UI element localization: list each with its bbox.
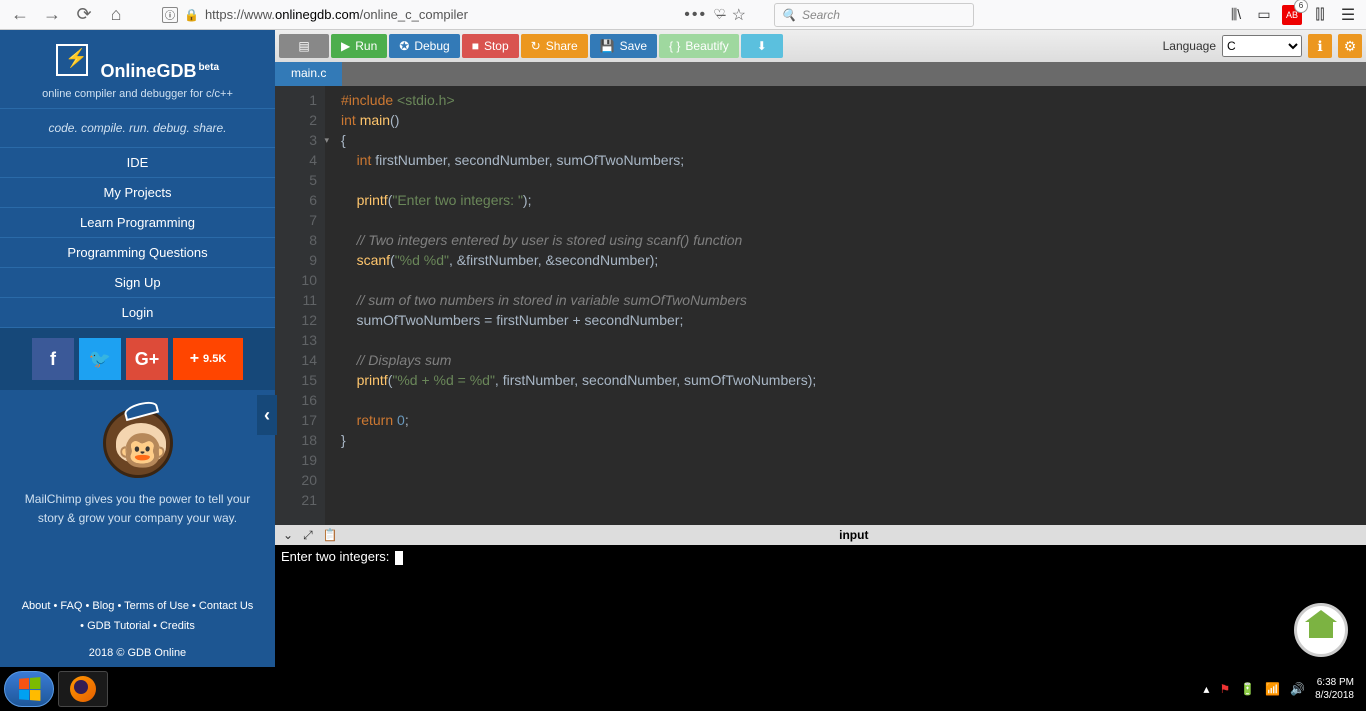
clock[interactable]: 6:38 PM 8/3/2018 (1315, 676, 1354, 702)
language-label: Language (1163, 39, 1216, 53)
console-header: ⌄ ⤢ 📋 input (275, 525, 1366, 545)
editor-tabs: main.c (275, 62, 1366, 86)
library-icon[interactable]: ⫼\ (1226, 5, 1246, 25)
extension-icon[interactable]: ⫿⫿ (1310, 5, 1330, 25)
collapse-sidebar-button[interactable]: ‹ (257, 395, 277, 435)
console-title: input (350, 528, 1358, 542)
url-text: https://www.onlinegdb.com/online_c_compi… (205, 7, 468, 22)
adblock-icon[interactable]: AB (1282, 5, 1302, 25)
chevron-down-icon[interactable]: ⌄ (283, 528, 293, 543)
browser-chrome: ← → ⟳ ⌂ ⓘ 🔒 https://www.onlinegdb.com/on… (0, 0, 1366, 30)
sidebar-item-my-projects[interactable]: My Projects (0, 178, 275, 208)
search-bar[interactable]: 🔍Search (774, 3, 974, 27)
forward-button[interactable]: → (40, 3, 64, 27)
sound-icon[interactable]: 🔊 (1290, 682, 1305, 696)
line-gutter: 123456789101112131415161718192021 (275, 86, 325, 525)
new-file-button[interactable]: ▤ (279, 34, 329, 58)
footer-links[interactable]: About • FAQ • Blog • Terms of Use • Cont… (0, 591, 275, 643)
facebook-button[interactable]: f (32, 338, 74, 380)
code-editor[interactable]: 123456789101112131415161718192021 #inclu… (275, 86, 1366, 525)
flag-icon[interactable]: ⚑ (1219, 682, 1230, 696)
sidebar-item-programming-questions[interactable]: Programming Questions (0, 238, 275, 268)
menu-icon[interactable]: ☰ (1338, 5, 1358, 25)
console[interactable]: Enter two integers: (275, 545, 1366, 667)
home-button[interactable]: ⌂ (104, 3, 128, 27)
stop-icon: ■ (472, 39, 479, 53)
mailchimp-text: MailChimp gives you the power to tell yo… (20, 490, 255, 528)
file-icon: ▤ (298, 39, 309, 53)
share-button[interactable]: ↻Share (521, 34, 588, 58)
sidebar-item-ide[interactable]: IDE (0, 148, 275, 178)
home-fab[interactable] (1294, 603, 1348, 657)
copyright: 2018 © GDB Online (0, 643, 275, 667)
site-info-icon[interactable]: ⓘ (162, 7, 178, 23)
twitter-button[interactable]: 🐦 (79, 338, 121, 380)
tray-expand-icon[interactable]: ▴ (1203, 682, 1209, 696)
mailchimp-ad[interactable]: MailChimp gives you the power to tell yo… (0, 390, 275, 591)
house-icon (1309, 622, 1333, 638)
play-icon: ▶ (341, 39, 350, 53)
console-output: Enter two integers: (281, 549, 393, 564)
reader-icon[interactable]: ♡̶ (713, 6, 726, 23)
googleplus-button[interactable]: G+ (126, 338, 168, 380)
sidebar: OnlineGDBbeta online compiler and debugg… (0, 30, 275, 667)
sidebar-icon[interactable]: ▭ (1254, 5, 1274, 25)
copy-icon[interactable]: 📋 (323, 528, 338, 543)
sidebar-item-learn-programming[interactable]: Learn Programming (0, 208, 275, 238)
wifi-icon[interactable]: 📶 (1265, 682, 1280, 696)
debug-button[interactable]: ✪Debug (389, 34, 459, 58)
share-count-button[interactable]: 9.5K (173, 338, 243, 380)
share-icon: ↻ (531, 39, 541, 53)
tab-main-c[interactable]: main.c (275, 62, 342, 86)
firefox-icon (70, 676, 96, 702)
beautify-button[interactable]: { }Beautify (659, 34, 739, 58)
back-button[interactable]: ← (8, 3, 32, 27)
code-area[interactable]: #include <stdio.h>int main(){ int firstN… (325, 86, 1366, 525)
download-icon: ⬇ (757, 39, 767, 53)
logo-icon (56, 44, 88, 76)
reload-button[interactable]: ⟳ (72, 3, 96, 27)
firefox-taskbar-button[interactable] (58, 671, 108, 707)
settings-button[interactable]: ⚙ (1338, 34, 1362, 58)
site-title: OnlineGDB (100, 61, 196, 81)
stop-button[interactable]: ■Stop (462, 34, 519, 58)
download-button[interactable]: ⬇ (741, 34, 783, 58)
windows-logo-icon (19, 677, 40, 701)
mailchimp-logo-icon (103, 408, 173, 478)
battery-icon[interactable]: 🔋 (1240, 682, 1255, 696)
save-button[interactable]: 💾Save (590, 34, 657, 58)
windows-taskbar: ▴ ⚑ 🔋 📶 🔊 6:38 PM 8/3/2018 (0, 667, 1366, 711)
beta-badge: beta (198, 62, 219, 73)
language-select[interactable]: C (1222, 35, 1302, 57)
content-area: ▤ ▶Run ✪Debug ■Stop ↻Share 💾Save { }Beau… (275, 30, 1366, 667)
info-button[interactable]: ℹ (1308, 34, 1332, 58)
cursor (395, 551, 403, 565)
toolbar: ▤ ▶Run ✪Debug ■Stop ↻Share 💾Save { }Beau… (275, 30, 1366, 62)
expand-icon[interactable]: ⤢ (303, 528, 313, 543)
run-button[interactable]: ▶Run (331, 34, 387, 58)
save-icon: 💾 (600, 39, 615, 53)
bug-icon: ✪ (399, 39, 409, 53)
social-row: f 🐦 G+ 9.5K (0, 328, 275, 390)
start-button[interactable] (4, 671, 54, 707)
sidebar-item-sign-up[interactable]: Sign Up (0, 268, 275, 298)
lock-icon: 🔒 (184, 8, 199, 22)
bookmark-icon[interactable]: ☆ (732, 5, 746, 25)
search-icon: 🔍 (781, 8, 796, 22)
tagline: code. compile. run. debug. share. (0, 108, 275, 148)
page-actions-icon[interactable]: ••• (684, 6, 707, 24)
site-subtitle: online compiler and debugger for c/c++ (0, 88, 275, 100)
sidebar-item-login[interactable]: Login (0, 298, 275, 328)
url-bar[interactable]: ⓘ 🔒 https://www.onlinegdb.com/online_c_c… (154, 3, 754, 27)
system-tray: ▴ ⚑ 🔋 📶 🔊 6:38 PM 8/3/2018 (1203, 676, 1362, 702)
logo-area: OnlineGDBbeta online compiler and debugg… (0, 30, 275, 108)
braces-icon: { } (669, 39, 680, 53)
